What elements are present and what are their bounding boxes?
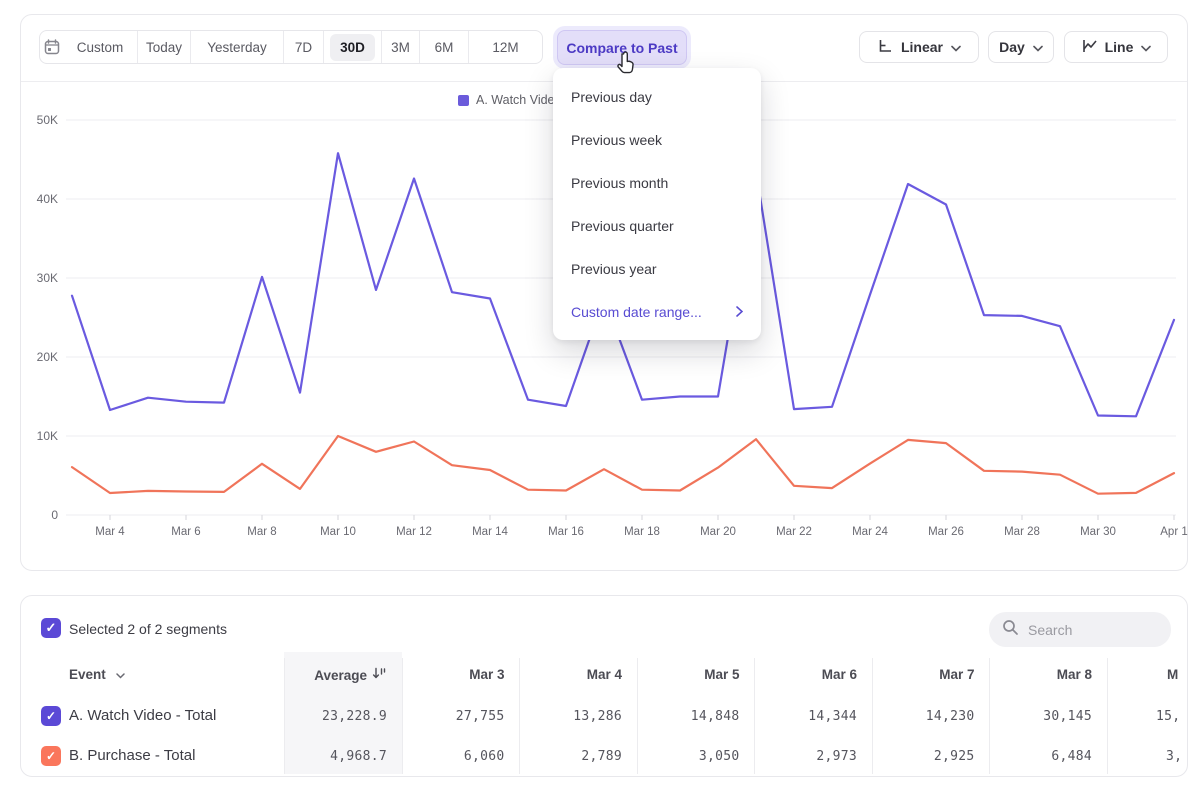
selected-summary: Selected 2 of 2 segments (69, 621, 227, 637)
chart-type-dropdown-button[interactable]: Line (1064, 31, 1168, 63)
preset-today[interactable]: Today (138, 31, 191, 63)
menu-item-previous-week[interactable]: Previous week (553, 118, 761, 161)
legend-label: A. Watch Video (476, 93, 561, 107)
row-checkbox-watch-video[interactable]: ✓ (41, 706, 61, 726)
cell-1-2: 3,050 (637, 749, 740, 764)
search-icon (1002, 619, 1019, 641)
cell-0-0: 27,755 (402, 709, 505, 724)
cell-0-5: 30,145 (989, 709, 1092, 724)
interval-label: Day (999, 39, 1025, 55)
select-all-checkbox[interactable]: ✓ (41, 618, 61, 638)
menu-item-label: Previous year (571, 261, 657, 277)
date-header-label: Mar 8 (1057, 667, 1092, 682)
scale-dropdown-button[interactable]: Linear (859, 31, 979, 63)
menu-item-label: Custom date range... (571, 304, 702, 320)
search-input[interactable]: Search (989, 612, 1171, 647)
preset-label: 30D (330, 34, 375, 61)
chevron-down-icon (1141, 39, 1151, 55)
scale-label: Linear (901, 39, 943, 55)
line-chart-icon (1081, 38, 1097, 57)
column-header-mar-6[interactable]: Mar 6 (754, 667, 857, 682)
search-placeholder: Search (1028, 622, 1072, 638)
date-header-label: Mar 5 (704, 667, 739, 682)
cell-average-0: 23,228.9 (284, 709, 387, 724)
menu-item-custom-date-range[interactable]: Custom date range... (553, 290, 761, 333)
chart-type-label: Line (1105, 39, 1134, 55)
cell-0-3: 14,344 (754, 709, 857, 724)
legend-swatch-watch-video (458, 95, 469, 106)
interval-dropdown-button[interactable]: Day (988, 31, 1054, 63)
preset-label: Today (136, 34, 192, 61)
menu-item-label: Previous week (571, 132, 662, 148)
preset-7d[interactable]: 7D (284, 31, 324, 63)
linear-axis-icon (877, 38, 893, 57)
column-header-mar-3[interactable]: Mar 3 (402, 667, 505, 682)
cell-1-4: 2,925 (872, 749, 975, 764)
chevron-down-icon (951, 39, 961, 55)
date-header-label: M (1167, 667, 1178, 682)
date-header-label: Mar 4 (587, 667, 622, 682)
column-header-mar-4[interactable]: Mar 4 (519, 667, 622, 682)
compare-to-past-menu: Previous day Previous week Previous month P… (553, 68, 761, 340)
preset-yesterday[interactable]: Yesterday (191, 31, 284, 63)
cell-1-5: 6,484 (989, 749, 1092, 764)
date-header-label: Mar 7 (939, 667, 974, 682)
chart-legend: A. Watch Video (458, 93, 561, 107)
cell-partial-0: 15, (1156, 709, 1188, 724)
menu-item-label: Previous quarter (571, 218, 674, 234)
column-separator (1107, 658, 1108, 774)
preset-label: Custom (67, 34, 134, 61)
row-label: A. Watch Video - Total (69, 707, 216, 724)
menu-item-previous-quarter[interactable]: Previous quarter (553, 204, 761, 247)
column-header-event[interactable]: Event (69, 667, 125, 682)
date-range-preset-group: CustomTodayYesterday 7D 30D3M6M 12M (39, 30, 543, 64)
preset-6m[interactable]: 6M (420, 31, 469, 63)
calendar-icon (44, 39, 60, 55)
sort-descending-icon (372, 667, 387, 683)
preset-label: 6M (425, 34, 464, 61)
column-header-mar-5[interactable]: Mar 5 (637, 667, 740, 682)
cell-average-1: 4,968.7 (284, 749, 387, 764)
segments-table-card: ✓ Selected 2 of 2 segments Search Event … (20, 595, 1188, 777)
chevron-down-icon (116, 667, 125, 682)
cell-1-0: 6,060 (402, 749, 505, 764)
preset-12m[interactable]: 12M (469, 31, 542, 63)
mouse-cursor-hand-icon (613, 50, 639, 81)
preset-label: 7D (285, 34, 322, 61)
preset-30d[interactable]: 30D (324, 31, 382, 63)
menu-item-previous-day[interactable]: Previous day (553, 75, 761, 118)
preset-custom[interactable]: Custom (40, 31, 138, 63)
menu-item-previous-year[interactable]: Previous year (553, 247, 761, 290)
menu-item-label: Previous day (571, 89, 652, 105)
date-header-label: Mar 3 (469, 667, 504, 682)
cell-0-1: 13,286 (519, 709, 622, 724)
menu-item-label: Previous month (571, 175, 668, 191)
preset-label: Yesterday (197, 34, 277, 61)
column-header-average[interactable]: Average (284, 667, 387, 683)
cell-1-3: 2,973 (754, 749, 857, 764)
date-header-label: Mar 6 (822, 667, 857, 682)
row-checkbox-purchase[interactable]: ✓ (41, 746, 61, 766)
menu-item-previous-month[interactable]: Previous month (553, 161, 761, 204)
preset-label: 3M (381, 34, 420, 61)
row-label: B. Purchase - Total (69, 747, 195, 764)
cell-partial-1: 3, (1166, 749, 1188, 764)
cell-0-4: 14,230 (872, 709, 975, 724)
cell-1-1: 2,789 (519, 749, 622, 764)
preset-3m[interactable]: 3M (382, 31, 420, 63)
preset-label: 12M (482, 34, 528, 61)
column-header-partial: M (1167, 667, 1178, 682)
chevron-down-icon (1033, 39, 1043, 55)
average-header-label: Average (314, 668, 367, 683)
cell-0-2: 14,848 (637, 709, 740, 724)
column-header-mar-7[interactable]: Mar 7 (872, 667, 975, 682)
chevron-right-icon (736, 304, 743, 320)
event-header-label: Event (69, 667, 106, 682)
column-header-mar-8[interactable]: Mar 8 (989, 667, 1092, 682)
